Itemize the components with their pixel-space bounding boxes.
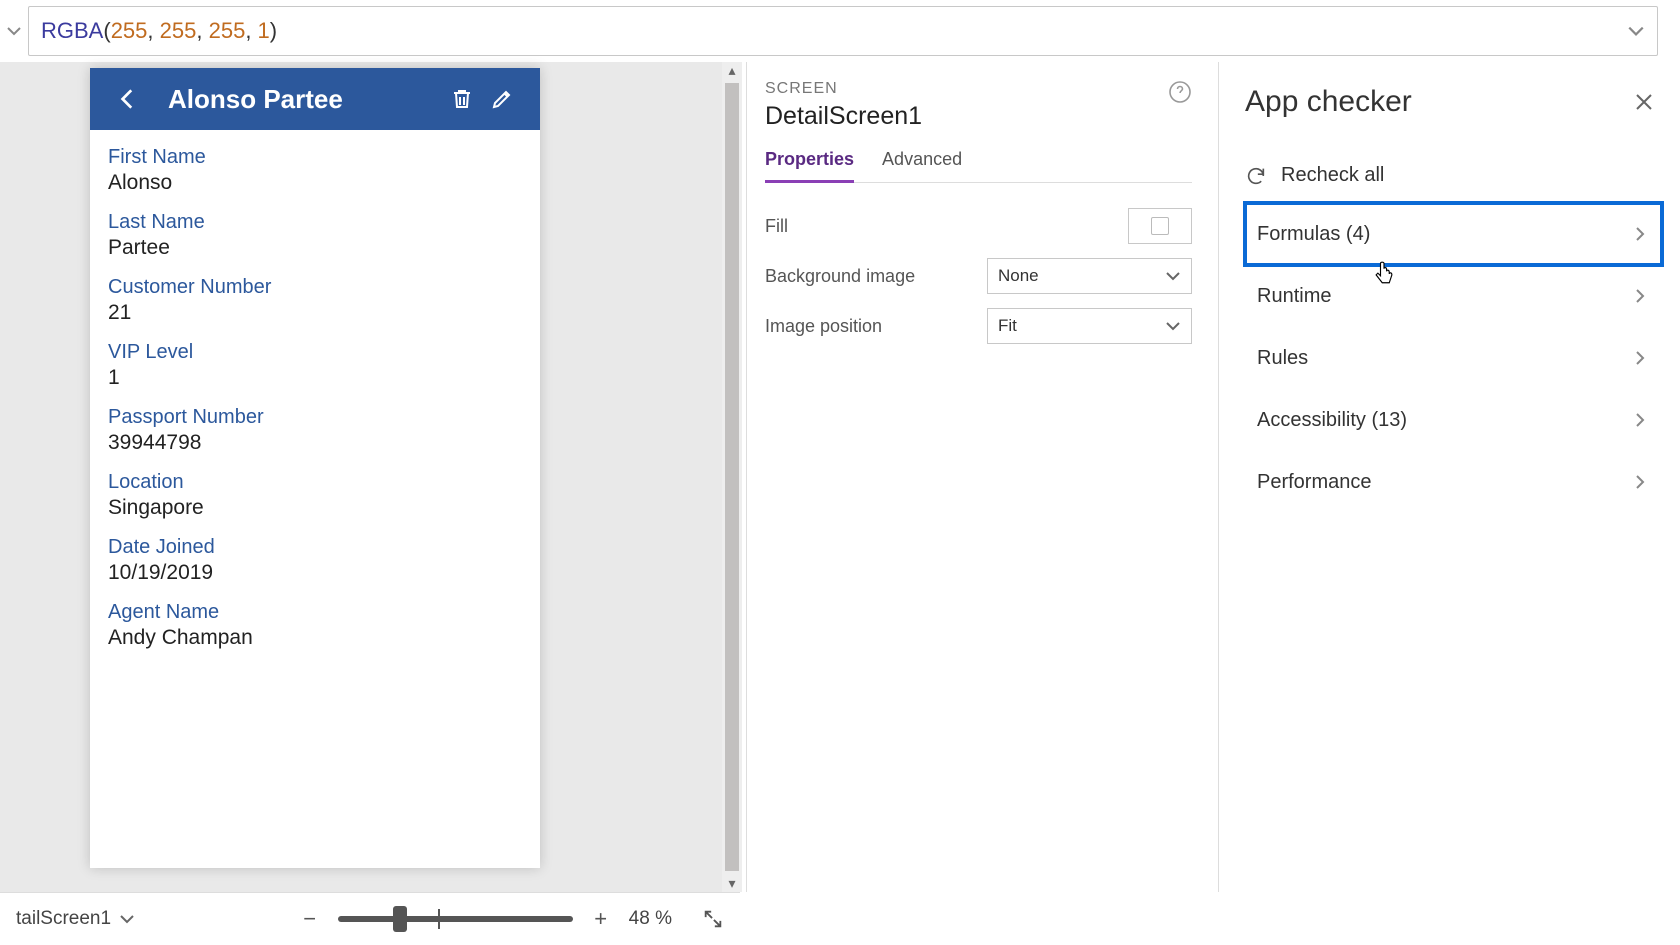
scroll-up-icon[interactable]: ▴	[728, 62, 735, 79]
field-value: Andy Champan	[108, 626, 522, 650]
field-passport-number: Passport Number 39944798	[108, 406, 522, 455]
back-icon[interactable]	[108, 86, 148, 112]
card-title: Alonso Partee	[168, 84, 343, 115]
recheck-label: Recheck all	[1281, 164, 1384, 187]
chevron-right-icon	[1632, 474, 1648, 490]
formula-text: RGBA(255, 255, 255, 1)	[41, 18, 277, 44]
fullscreen-icon[interactable]	[702, 908, 724, 930]
field-date-joined: Date Joined 10/19/2019	[108, 536, 522, 585]
element-name: DetailScreen1	[765, 102, 1168, 131]
status-bar: tailScreen1 − + 48 %	[0, 892, 740, 945]
element-type-label: SCREEN	[765, 80, 1168, 98]
dropdown-value: None	[998, 266, 1165, 286]
zoom-in-button[interactable]: +	[589, 906, 613, 932]
field-value: Partee	[108, 236, 522, 260]
chevron-right-icon	[1632, 226, 1648, 242]
formula-expand-left[interactable]	[0, 0, 28, 62]
edit-icon[interactable]	[482, 87, 522, 111]
props-tabs: Properties Advanced	[765, 149, 1192, 183]
zoom-slider[interactable]	[338, 916, 573, 922]
zoom-out-button[interactable]: −	[298, 906, 322, 932]
chevron-right-icon	[1632, 412, 1648, 428]
canvas-stage[interactable]: Alonso Partee First Name Alonso Last Nam…	[0, 62, 740, 892]
dropdown-value: Fit	[998, 316, 1165, 336]
prop-label: Fill	[765, 216, 987, 237]
chevron-right-icon	[1632, 350, 1648, 366]
recheck-all-button[interactable]: Recheck all	[1245, 164, 1662, 187]
image-position-dropdown[interactable]: Fit	[987, 308, 1192, 344]
checker-category-rules[interactable]: Rules	[1245, 327, 1662, 389]
help-icon[interactable]	[1168, 80, 1192, 104]
checker-category-accessibility[interactable]: Accessibility (13)	[1245, 389, 1662, 451]
zoom-controls: − + 48 %	[298, 906, 724, 932]
checker-category-formulas[interactable]: Formulas (4)	[1245, 203, 1662, 265]
chevron-right-icon	[1632, 288, 1648, 304]
prop-label: Background image	[765, 266, 987, 287]
breadcrumb[interactable]: tailScreen1	[16, 908, 135, 930]
category-label: Accessibility (13)	[1257, 409, 1407, 432]
field-value: 39944798	[108, 431, 522, 455]
field-value: Alonso	[108, 171, 522, 195]
field-label: Passport Number	[108, 406, 522, 429]
close-button[interactable]	[1626, 84, 1662, 120]
field-agent-name: Agent Name Andy Champan	[108, 601, 522, 650]
field-customer-number: Customer Number 21	[108, 276, 522, 325]
checker-category-performance[interactable]: Performance	[1245, 451, 1662, 513]
properties-panel: SCREEN DetailScreen1 Properties Advanced…	[746, 62, 1214, 892]
field-value: 21	[108, 301, 522, 325]
field-vip-level: VIP Level 1	[108, 341, 522, 390]
tab-advanced[interactable]: Advanced	[882, 149, 962, 182]
slider-thumb[interactable]	[393, 906, 407, 932]
prop-row-bg-image: Background image None	[765, 253, 1192, 299]
field-value: 10/19/2019	[108, 561, 522, 585]
field-value: Singapore	[108, 496, 522, 520]
category-label: Runtime	[1257, 285, 1331, 308]
app-checker-panel: App checker Recheck all Formulas (4) Run…	[1218, 62, 1680, 892]
field-label: Agent Name	[108, 601, 522, 624]
color-swatch-icon	[1151, 217, 1169, 235]
scroll-down-icon[interactable]: ▾	[728, 875, 735, 892]
field-label: VIP Level	[108, 341, 522, 364]
prop-row-image-position: Image position Fit	[765, 303, 1192, 349]
detail-screen-card[interactable]: Alonso Partee First Name Alonso Last Nam…	[90, 68, 540, 868]
checker-category-runtime[interactable]: Runtime	[1245, 265, 1662, 327]
tab-properties[interactable]: Properties	[765, 149, 854, 183]
field-label: Customer Number	[108, 276, 522, 299]
chevron-down-icon	[1165, 268, 1181, 284]
field-location: Location Singapore	[108, 471, 522, 520]
card-header: Alonso Partee	[90, 68, 540, 130]
formula-expand-icon[interactable]	[1627, 22, 1645, 40]
category-label: Formulas (4)	[1257, 223, 1370, 246]
field-first-name: First Name Alonso	[108, 146, 522, 195]
bg-image-dropdown[interactable]: None	[987, 258, 1192, 294]
field-value: 1	[108, 366, 522, 390]
field-label: Location	[108, 471, 522, 494]
refresh-icon	[1245, 165, 1267, 187]
prop-row-fill: Fill	[765, 203, 1192, 249]
field-label: First Name	[108, 146, 522, 169]
canvas-scrollbar[interactable]: ▴ ▾	[722, 62, 742, 892]
card-body: First Name Alonso Last Name Partee Custo…	[90, 130, 540, 674]
field-label: Last Name	[108, 211, 522, 234]
field-last-name: Last Name Partee	[108, 211, 522, 260]
category-label: Rules	[1257, 347, 1308, 370]
delete-icon[interactable]	[442, 87, 482, 111]
zoom-value: 48 %	[629, 908, 672, 930]
formula-bar[interactable]: RGBA(255, 255, 255, 1)	[28, 6, 1658, 56]
field-label: Date Joined	[108, 536, 522, 559]
fill-color-button[interactable]	[1128, 208, 1192, 244]
chevron-down-icon	[119, 911, 135, 927]
breadcrumb-text: tailScreen1	[16, 908, 111, 930]
chevron-down-icon	[1165, 318, 1181, 334]
prop-label: Image position	[765, 316, 987, 337]
app-checker-title: App checker	[1245, 85, 1412, 119]
category-label: Performance	[1257, 471, 1372, 494]
